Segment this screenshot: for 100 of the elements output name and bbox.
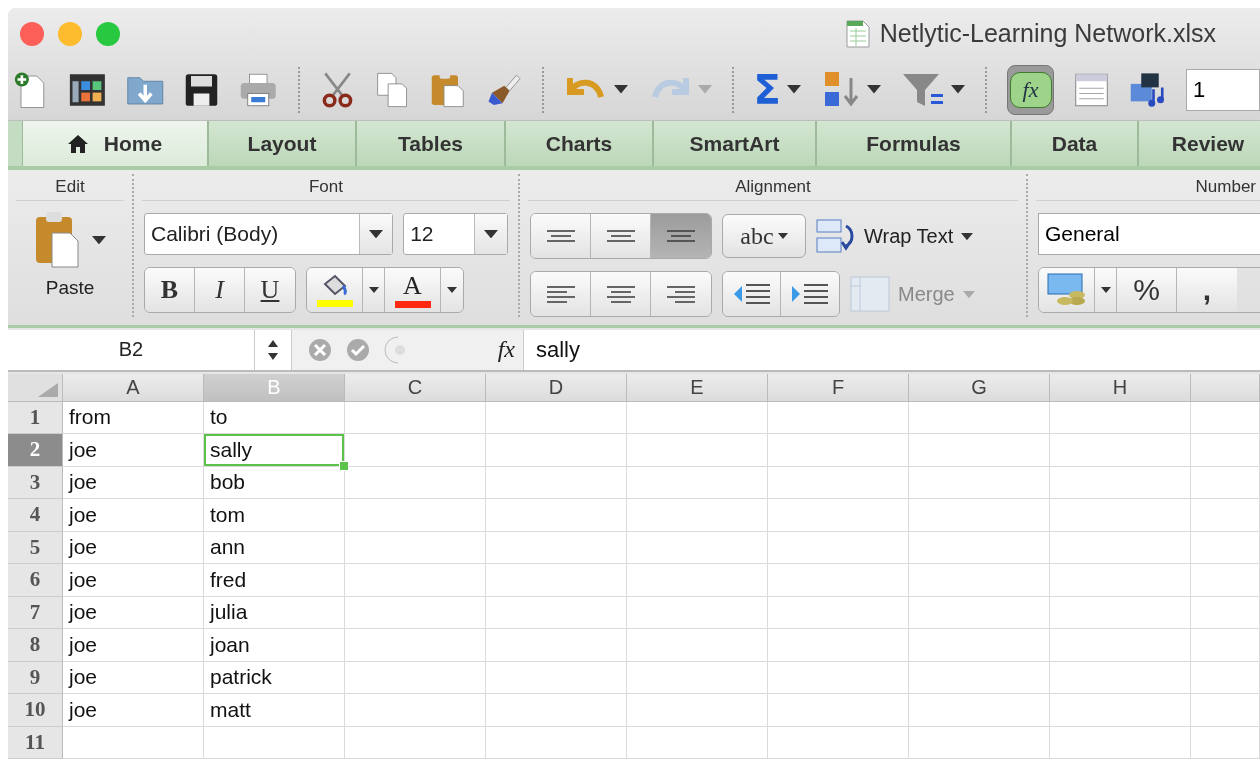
paste-label[interactable]: Paste — [45, 277, 95, 300]
table-cell: tom — [204, 499, 345, 532]
caret-icon[interactable] — [950, 85, 965, 94]
formula-builder-button[interactable]: fx — [1006, 64, 1055, 115]
table-cell — [1191, 596, 1260, 629]
row-header[interactable]: 7 — [8, 596, 63, 629]
vertical-align-button[interactable] — [651, 214, 711, 259]
caret-icon[interactable] — [447, 287, 457, 294]
number-style-button[interactable]: , — [1177, 268, 1237, 313]
column-header[interactable]: E — [627, 373, 768, 402]
row-header[interactable]: 8 — [8, 629, 63, 662]
insert-function-button[interactable]: fx — [497, 336, 515, 364]
column-header[interactable]: H — [1050, 373, 1191, 402]
ribbon-tab[interactable]: Charts — [505, 121, 653, 167]
table-cell — [1191, 661, 1260, 694]
stepper-icon[interactable] — [267, 338, 279, 361]
name-box[interactable]: B2 — [8, 330, 255, 370]
table-cell: joe — [63, 466, 204, 499]
number-format-field[interactable]: General — [1038, 213, 1260, 256]
row-header[interactable]: 4 — [8, 499, 63, 532]
dropdown-button[interactable] — [363, 268, 385, 313]
horizontal-align-button[interactable] — [591, 272, 651, 317]
align-lines-icon — [546, 285, 575, 303]
ribbon-tab[interactable]: Formulas — [816, 121, 1011, 167]
row-header[interactable]: 5 — [8, 531, 63, 564]
row-header[interactable]: 3 — [8, 466, 63, 499]
vertical-align-button[interactable] — [531, 214, 591, 259]
column-header[interactable]: D — [486, 373, 627, 402]
fill-color-swatch — [316, 299, 353, 307]
close-button[interactable] — [20, 21, 44, 46]
home-icon — [67, 134, 88, 153]
wrap-text-icon — [816, 218, 856, 255]
font-style-button[interactable]: B — [145, 268, 195, 313]
caret-icon[interactable] — [368, 287, 379, 294]
table-cell: joe — [63, 531, 204, 564]
column-header[interactable]: A — [63, 373, 204, 402]
wrap-text-button[interactable]: Wrap Text — [816, 218, 974, 255]
paste-icon[interactable] — [34, 211, 82, 270]
table-cell — [1191, 694, 1260, 727]
fill-handle[interactable] — [339, 460, 349, 471]
caret-icon[interactable] — [786, 85, 801, 94]
font-size-dropdown[interactable]: 12 — [403, 213, 508, 256]
table-cell — [1191, 466, 1260, 499]
orientation-button[interactable]: abc — [722, 214, 806, 259]
table-cell: joe — [63, 434, 204, 467]
column-header[interactable]: G — [909, 373, 1050, 402]
align-lines-icon — [606, 230, 635, 243]
caret-icon[interactable] — [1100, 287, 1111, 294]
dropdown-button[interactable] — [1095, 268, 1117, 313]
table-cell — [1191, 564, 1260, 597]
table-cell: joan — [204, 629, 345, 662]
horizontal-align-button[interactable] — [651, 272, 711, 317]
font-family-dropdown[interactable]: Calibri (Body) — [144, 213, 394, 256]
table-cell — [1191, 499, 1260, 532]
group-title: Edit — [16, 174, 124, 202]
table-cell: joe — [63, 661, 204, 694]
fill-color-button[interactable] — [307, 268, 363, 313]
caret-icon[interactable] — [369, 230, 384, 239]
row-header[interactable]: 6 — [8, 564, 63, 597]
number-style-button[interactable]: % — [1117, 268, 1177, 313]
table-cell: sally — [204, 434, 345, 467]
row-header[interactable]: 10 — [8, 694, 63, 727]
ribbon-tab[interactable]: SmartArt — [653, 121, 816, 167]
align-lines-icon — [667, 285, 695, 303]
font-style-button[interactable]: U — [245, 268, 295, 313]
row-header[interactable]: 1 — [8, 401, 63, 434]
ribbon-tab[interactable]: Layout — [208, 121, 356, 167]
column-header[interactable]: F — [768, 373, 909, 402]
dropdown-button[interactable] — [441, 268, 463, 313]
vertical-align-button[interactable] — [591, 214, 651, 259]
caret-icon[interactable] — [866, 85, 881, 94]
row-header[interactable]: 9 — [8, 661, 63, 694]
caret-icon[interactable] — [92, 236, 106, 245]
caret-icon[interactable] — [613, 85, 628, 94]
merge-icon — [850, 276, 890, 313]
caret-icon[interactable] — [961, 232, 974, 240]
caret-icon[interactable] — [484, 230, 498, 239]
caret-icon[interactable] — [777, 233, 788, 240]
ribbon-tab[interactable]: Review — [1138, 121, 1260, 167]
table-cell: joe — [63, 564, 204, 597]
row-header[interactable]: 11 — [8, 726, 63, 759]
ribbon-tab[interactable]: Home — [22, 121, 208, 167]
increase-indent-button[interactable] — [781, 272, 839, 317]
table-cell — [1191, 401, 1260, 434]
horizontal-align-button[interactable] — [531, 272, 591, 317]
group-title: Alignment — [528, 174, 1018, 202]
group-title: Font — [142, 174, 510, 202]
ribbon-tab[interactable]: Tables — [356, 121, 505, 167]
decrease-indent-button[interactable] — [723, 272, 781, 317]
table-cell: joe — [63, 499, 204, 532]
font-color-button[interactable]: A — [385, 268, 441, 313]
table-cell: joe — [63, 694, 204, 727]
zoom-field[interactable]: 1 — [1186, 68, 1260, 111]
formula-field[interactable]: sally — [524, 330, 580, 370]
font-color-swatch — [394, 300, 431, 308]
font-style-button[interactable]: I — [195, 268, 245, 313]
column-header[interactable]: C — [345, 373, 486, 402]
ribbon-tab[interactable]: Data — [1011, 121, 1138, 167]
autosum-button[interactable]: Σ — [753, 69, 781, 110]
table-cell — [1191, 726, 1260, 759]
